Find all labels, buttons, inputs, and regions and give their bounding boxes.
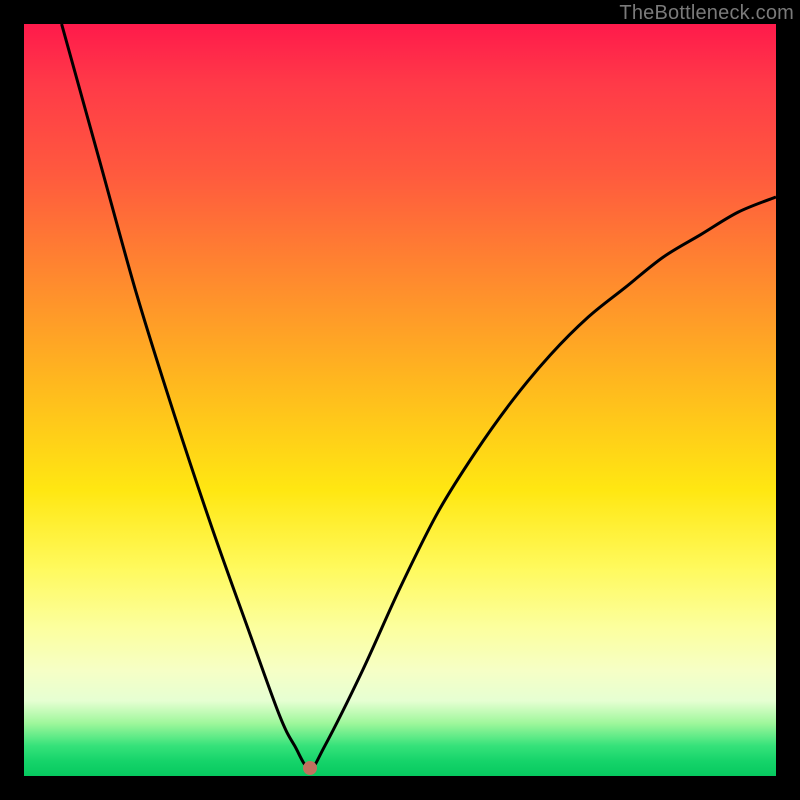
minimum-marker-dot — [303, 761, 317, 775]
outer-frame: TheBottleneck.com — [0, 0, 800, 800]
curve-line — [62, 24, 776, 768]
watermark-text: TheBottleneck.com — [619, 2, 794, 25]
bottleneck-curve — [24, 24, 776, 776]
